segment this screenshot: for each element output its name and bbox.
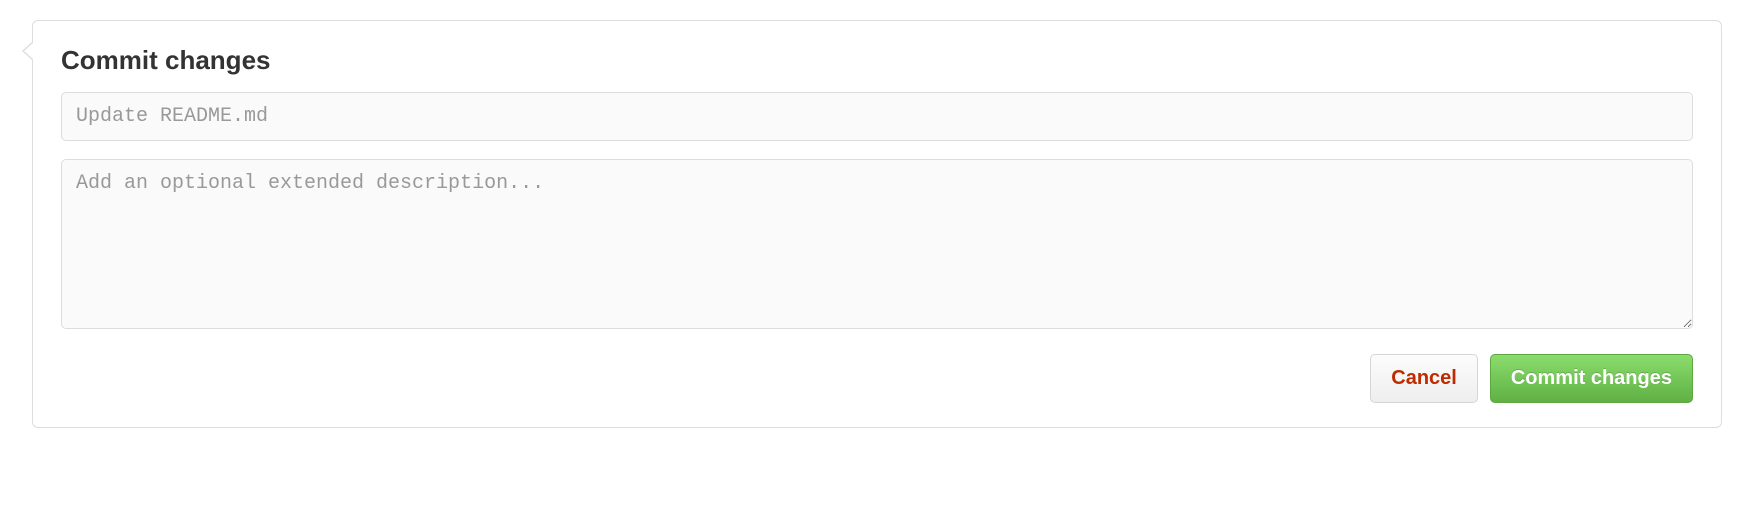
cancel-button[interactable]: Cancel <box>1370 354 1478 403</box>
commit-summary-input[interactable] <box>61 92 1693 141</box>
form-actions: Cancel Commit changes <box>61 354 1693 403</box>
form-title: Commit changes <box>61 45 1693 76</box>
commit-form: Commit changes Cancel Commit changes <box>32 20 1722 428</box>
commit-description-textarea[interactable] <box>61 159 1693 329</box>
commit-form-wrapper: Commit changes Cancel Commit changes <box>32 20 1722 428</box>
commit-changes-button[interactable]: Commit changes <box>1490 354 1693 403</box>
